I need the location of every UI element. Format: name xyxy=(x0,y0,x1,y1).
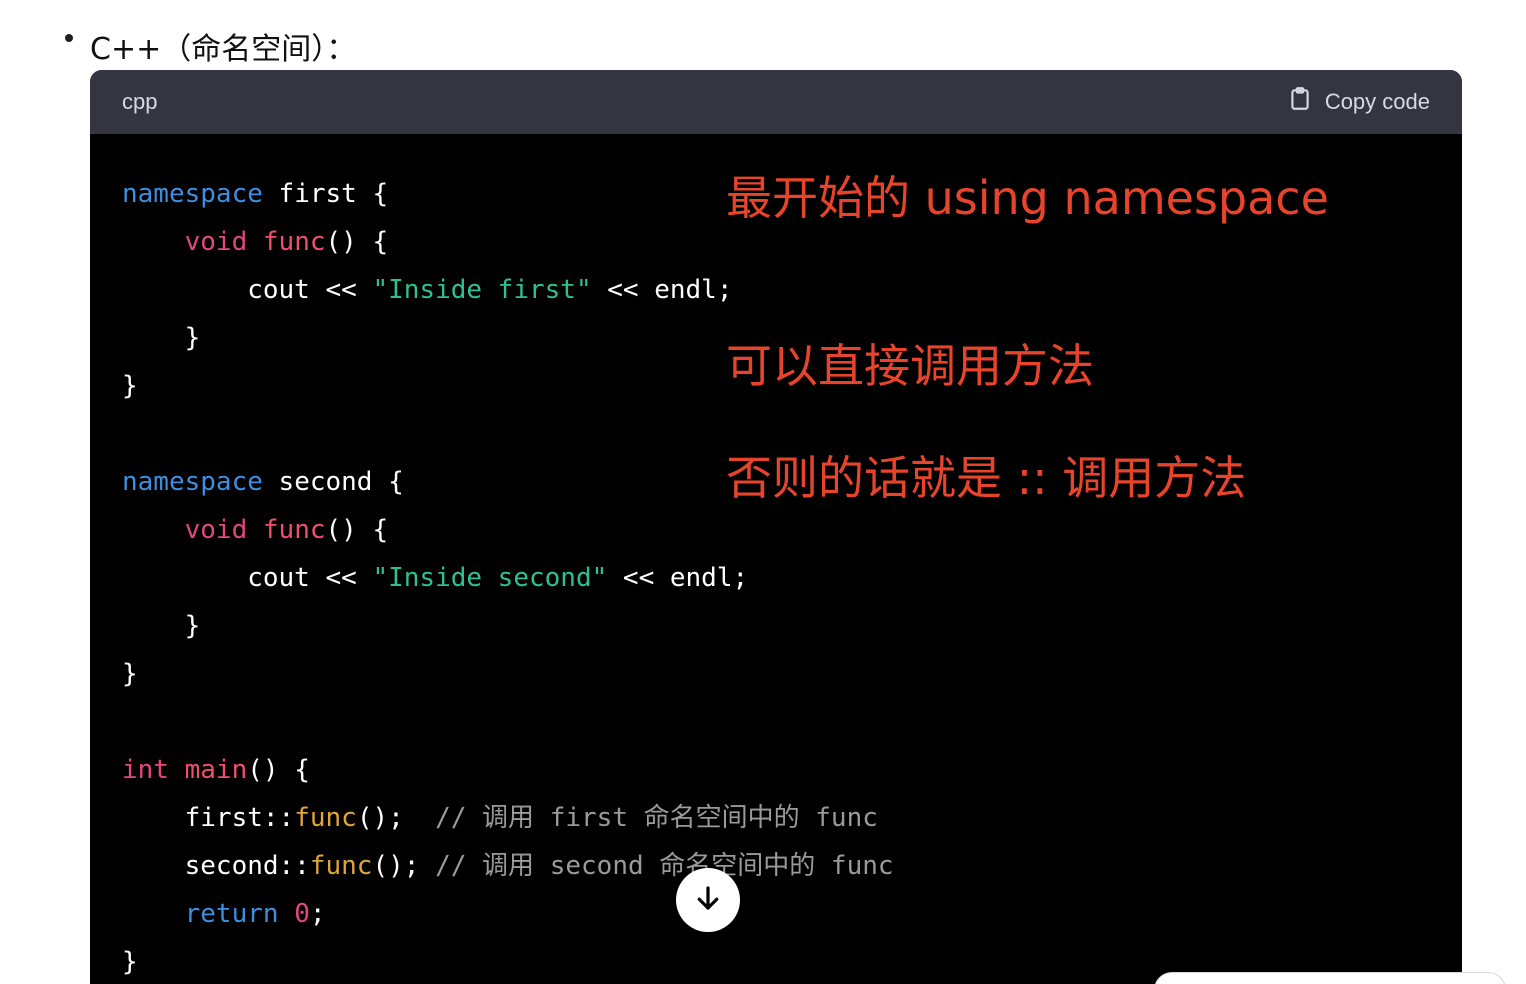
code-token: func xyxy=(262,227,326,257)
code-line: cout << "Inside second" << endl; xyxy=(122,554,1430,602)
code-token: // 调用 second 命名空间中的 func xyxy=(435,851,894,881)
code-line: cout << "Inside first" << endl; xyxy=(122,266,1430,314)
annotation-direct-call: 可以直接调用方法 xyxy=(726,339,1094,393)
code-token: () { xyxy=(325,227,389,257)
code-line: } xyxy=(122,650,1430,698)
code-token: main xyxy=(184,755,248,785)
code-line: return 0; xyxy=(122,890,1430,938)
code-content: namespace first { void func() { cout << … xyxy=(90,134,1462,984)
code-token: << endl; xyxy=(607,563,749,593)
annotation-scope-call: 否则的话就是 :: 调用方法 xyxy=(726,451,1247,505)
code-token: return xyxy=(184,899,279,929)
annotation-using-namespace: 最开始的 using namespace xyxy=(726,171,1329,225)
code-header: cpp Copy code xyxy=(90,70,1462,134)
code-token: second:: xyxy=(122,851,310,881)
code-line: void func() { xyxy=(122,506,1430,554)
clipboard-icon xyxy=(1287,86,1313,118)
code-token: cout << xyxy=(122,563,373,593)
code-token: // 调用 first 命名空间中的 func xyxy=(435,803,878,833)
code-token: 0 xyxy=(294,899,310,929)
code-token: func xyxy=(309,851,373,881)
arrow-down-icon xyxy=(693,883,723,918)
code-token: } xyxy=(122,323,201,353)
code-token: } xyxy=(122,947,138,977)
code-block: cpp Copy code namespace first { void fun… xyxy=(90,70,1462,984)
code-token: int xyxy=(122,755,169,785)
code-line: second::func(); // 调用 second 命名空间中的 func xyxy=(122,842,1430,890)
code-token: namespace xyxy=(122,467,263,497)
code-line: int main() { xyxy=(122,746,1430,794)
code-token: ; xyxy=(309,899,326,929)
code-token: cout << xyxy=(122,275,373,305)
page: C++（命名空间）： cpp Copy code namespace first… xyxy=(0,0,1526,984)
code-token: second { xyxy=(262,467,404,497)
code-token: (); xyxy=(372,851,436,881)
code-token: (); xyxy=(356,803,436,833)
code-line: } xyxy=(122,602,1430,650)
code-token: } xyxy=(122,611,201,641)
code-token: () { xyxy=(247,755,310,785)
code-line: first::func(); // 调用 first 命名空间中的 func xyxy=(122,794,1430,842)
copy-code-label: Copy code xyxy=(1324,89,1430,114)
code-token: } xyxy=(122,371,138,401)
code-token: first:: xyxy=(122,803,295,833)
code-token: () { xyxy=(325,515,389,545)
code-token: << endl; xyxy=(591,275,733,305)
code-token: namespace xyxy=(122,179,263,209)
code-token: func xyxy=(262,515,326,545)
input-box-edge xyxy=(1154,972,1506,984)
code-token: void xyxy=(184,227,248,257)
code-token: "Inside second" xyxy=(372,563,608,593)
code-language-label: cpp xyxy=(122,89,158,114)
code-token: func xyxy=(294,803,357,833)
section-heading: C++（命名空间）： xyxy=(90,32,357,67)
scroll-down-button[interactable] xyxy=(676,868,740,932)
code-token: void xyxy=(184,515,248,545)
code-token: } xyxy=(122,659,138,689)
code-token: "Inside first" xyxy=(372,275,592,305)
bullet-dot xyxy=(65,34,73,42)
code-token: first { xyxy=(262,179,389,209)
copy-code-button[interactable]: Copy code xyxy=(1287,86,1430,118)
